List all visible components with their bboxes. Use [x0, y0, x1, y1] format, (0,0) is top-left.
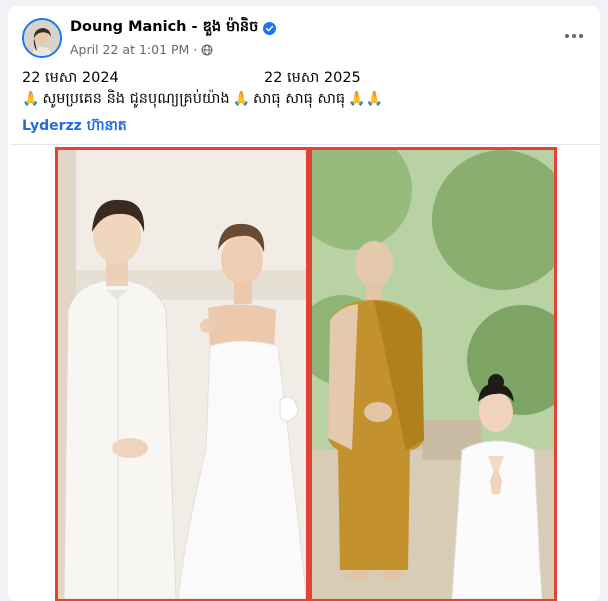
wedding-photo: [55, 147, 309, 601]
globe-icon[interactable]: [201, 44, 213, 56]
post-timestamp[interactable]: April 22 at 1:01 PM: [70, 42, 189, 57]
photo-collage[interactable]: [55, 147, 557, 601]
post-text: 22 មេសា 2024 22 មេសា 2025 🙏 សូមប្រគេន និ…: [22, 68, 592, 136]
date-left: 22 មេសា 2024: [22, 70, 119, 86]
date-line: 22 មេសា 2024 22 មេសា 2025: [22, 68, 592, 88]
date-right: 22 មេសា 2025: [264, 70, 361, 86]
meta-separator: ·: [193, 42, 198, 57]
monk-photo: [309, 147, 557, 601]
tagged-user-link[interactable]: Lyderzz ហ៊ានាត: [22, 118, 127, 134]
more-icon: [565, 34, 583, 38]
more-options-button[interactable]: [562, 24, 586, 48]
pray-emoji-icon: 🙏: [232, 91, 251, 107]
post-card: Doung Manich - ឌួង ម៉ានិច April 22 at 1:…: [8, 6, 600, 601]
pray-emoji-icon: 🙏🙏: [348, 91, 383, 107]
post-media[interactable]: [10, 144, 600, 601]
author-row: Doung Manich - ឌួង ម៉ានិច: [70, 18, 277, 39]
tag-line: Lyderzz ហ៊ានាត: [22, 116, 592, 136]
post-header: Doung Manich - ឌួង ម៉ានិច April 22 at 1:…: [8, 6, 600, 62]
pray-emoji-icon: 🙏: [22, 91, 40, 107]
avatar-image: [24, 20, 60, 56]
author-name[interactable]: Doung Manich - ឌួង ម៉ានិច: [70, 18, 258, 39]
body-text-1: សូមប្រគេន និង ជូនបុណ្យគ្រប់យ៉ាង: [42, 91, 230, 107]
tagged-user-name: Lyderzz: [22, 118, 82, 134]
verified-badge-icon: [263, 22, 277, 35]
body-line: 🙏 សូមប្រគេន និង ជូនបុណ្យគ្រប់យ៉ាង 🙏 សាធុ…: [22, 88, 592, 110]
body-text-2: សាធុ សាធុ សាធុ: [253, 91, 346, 107]
monk-and-woman-illustration: [312, 150, 554, 599]
tagged-user-suffix: ហ៊ានាត: [86, 118, 127, 134]
wedding-couple-illustration: [58, 150, 306, 599]
post-meta: April 22 at 1:01 PM ·: [70, 42, 213, 57]
author-avatar[interactable]: [22, 18, 62, 58]
